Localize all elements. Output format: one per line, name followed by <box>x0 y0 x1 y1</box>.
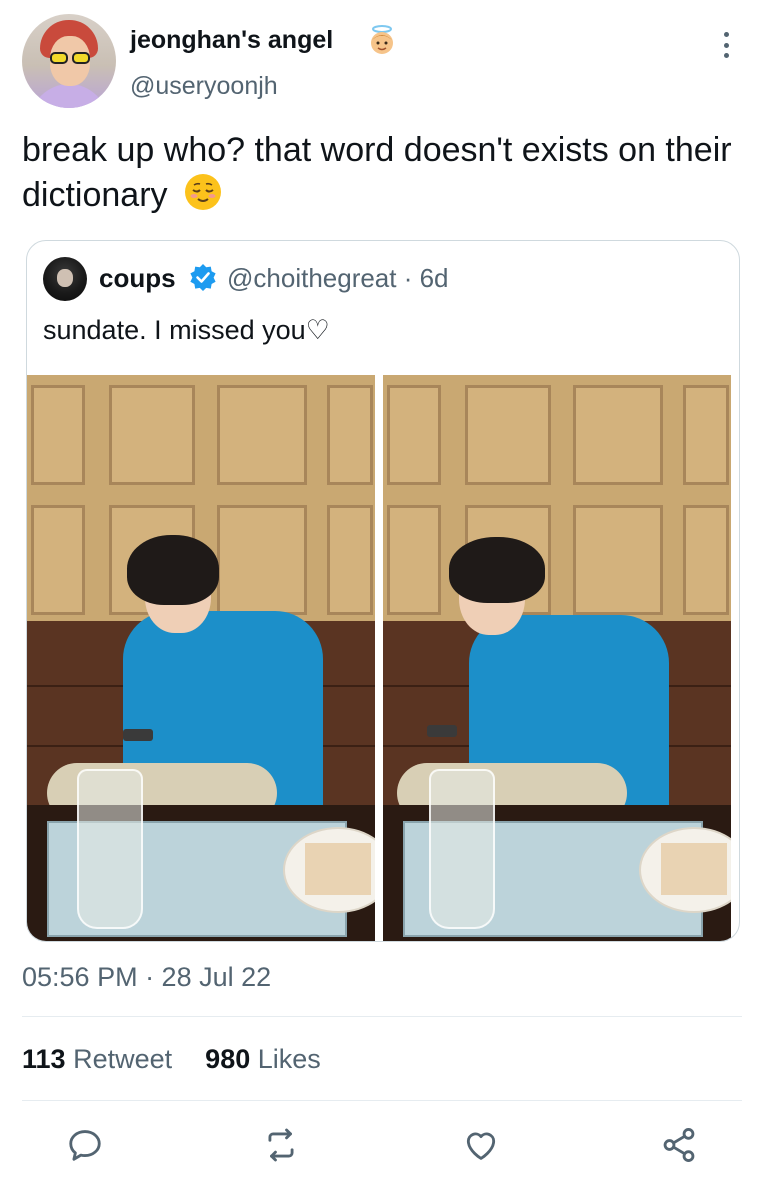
quoted-tweet[interactable]: coups @choithegreat · 6d sundate. I miss… <box>26 240 740 942</box>
author-handle[interactable]: @useryoonjh <box>130 72 278 101</box>
reply-icon[interactable] <box>66 1126 104 1164</box>
verified-badge-icon <box>190 264 216 291</box>
retweet-label[interactable]: Retweet <box>73 1044 172 1074</box>
like-icon[interactable] <box>462 1126 500 1164</box>
quoted-tweet-text: sundate. I missed you♡ <box>43 315 330 345</box>
like-label[interactable]: Likes <box>258 1044 321 1074</box>
like-count[interactable]: 980 <box>205 1044 250 1074</box>
tweet-text: break up who? that word doesn't exists o… <box>22 128 742 217</box>
relieved-face-emoji-icon <box>184 174 221 210</box>
baby-angel-emoji-icon <box>371 25 393 54</box>
author-avatar[interactable] <box>22 14 116 108</box>
action-bar <box>0 1120 765 1170</box>
engagement-stats: 113 Retweet 980 Likes <box>22 1044 321 1075</box>
quoted-author-handle-time[interactable]: @choithegreat · 6d <box>227 263 449 294</box>
tweet-timestamp[interactable]: 05:56 PM · 28 Jul 22 <box>22 962 271 993</box>
divider <box>22 1100 742 1101</box>
tweet-header: jeonghan's angel @useryoonjh <box>0 0 765 120</box>
quoted-photo-1[interactable] <box>27 375 375 941</box>
retweet-count[interactable]: 113 <box>22 1044 66 1074</box>
share-icon[interactable] <box>660 1126 698 1164</box>
author-display-name[interactable]: jeonghan's angel <box>130 26 333 55</box>
retweet-icon[interactable] <box>262 1126 300 1164</box>
more-options-icon[interactable] <box>716 32 736 58</box>
divider <box>22 1016 742 1017</box>
quoted-author-avatar[interactable] <box>43 257 87 301</box>
quoted-author-name[interactable]: coups <box>99 263 176 294</box>
tweet-text-content: break up who? that word doesn't exists o… <box>22 131 732 214</box>
quoted-photo-2[interactable] <box>383 375 731 941</box>
